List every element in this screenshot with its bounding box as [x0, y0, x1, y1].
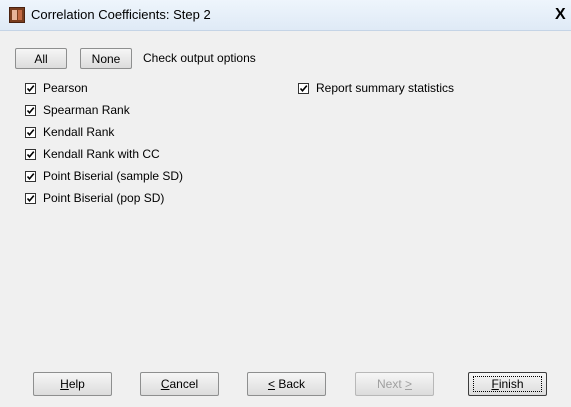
option-kendall-rank-with-cc[interactable]: Kendall Rank with CC: [25, 147, 160, 161]
check-output-label: Check output options: [143, 51, 256, 65]
cancel-button[interactable]: Cancel: [140, 372, 219, 396]
checkbox[interactable]: [25, 104, 36, 116]
option-label: Point Biserial (sample SD): [43, 169, 184, 183]
dialog-client: All None Check output options Pearson Spe…: [0, 31, 571, 407]
help-button-label: Help: [60, 377, 85, 391]
option-label: Kendall Rank: [43, 125, 115, 139]
checkbox[interactable]: [298, 82, 309, 94]
none-button-label: None: [91, 51, 121, 66]
cancel-button-label: Cancel: [160, 377, 199, 391]
option-kendall-rank[interactable]: Kendall Rank: [25, 125, 114, 139]
option-label: Spearman Rank: [43, 103, 130, 117]
app-icon: [9, 7, 25, 23]
checkbox[interactable]: [25, 148, 36, 160]
window-title: Correlation Coefficients: Step 2: [31, 7, 211, 22]
checkbox[interactable]: [25, 126, 36, 138]
checkbox[interactable]: [25, 170, 36, 182]
option-spearman-rank[interactable]: Spearman Rank: [25, 103, 130, 117]
finish-button-label: Finish: [491, 377, 524, 391]
option-label: Point Biserial (pop SD): [43, 191, 165, 205]
next-button[interactable]: Next >: [355, 372, 434, 396]
checkbox[interactable]: [25, 192, 36, 204]
option-point-biserial-sample-sd[interactable]: Point Biserial (sample SD): [25, 169, 183, 183]
option-point-biserial-pop-sd[interactable]: Point Biserial (pop SD): [25, 191, 164, 205]
close-icon[interactable]: X: [555, 6, 566, 24]
help-button[interactable]: Help: [33, 372, 112, 396]
next-button-label: Next >: [376, 377, 413, 391]
option-label: Pearson: [43, 81, 88, 95]
option-report-summary-statistics[interactable]: Report summary statistics: [298, 81, 454, 95]
option-label: Report summary statistics: [316, 81, 455, 95]
all-button[interactable]: All: [15, 48, 67, 69]
back-button-label: < Back: [267, 377, 306, 391]
none-button[interactable]: None: [80, 48, 132, 69]
title-bar: Correlation Coefficients: Step 2 X: [0, 0, 571, 31]
option-label: Kendall Rank with CC: [43, 147, 160, 161]
all-button-label: All: [34, 51, 48, 66]
checkbox[interactable]: [25, 82, 36, 94]
option-pearson[interactable]: Pearson: [25, 81, 88, 95]
back-button[interactable]: < Back: [247, 372, 326, 396]
finish-button[interactable]: Finish: [468, 372, 547, 396]
